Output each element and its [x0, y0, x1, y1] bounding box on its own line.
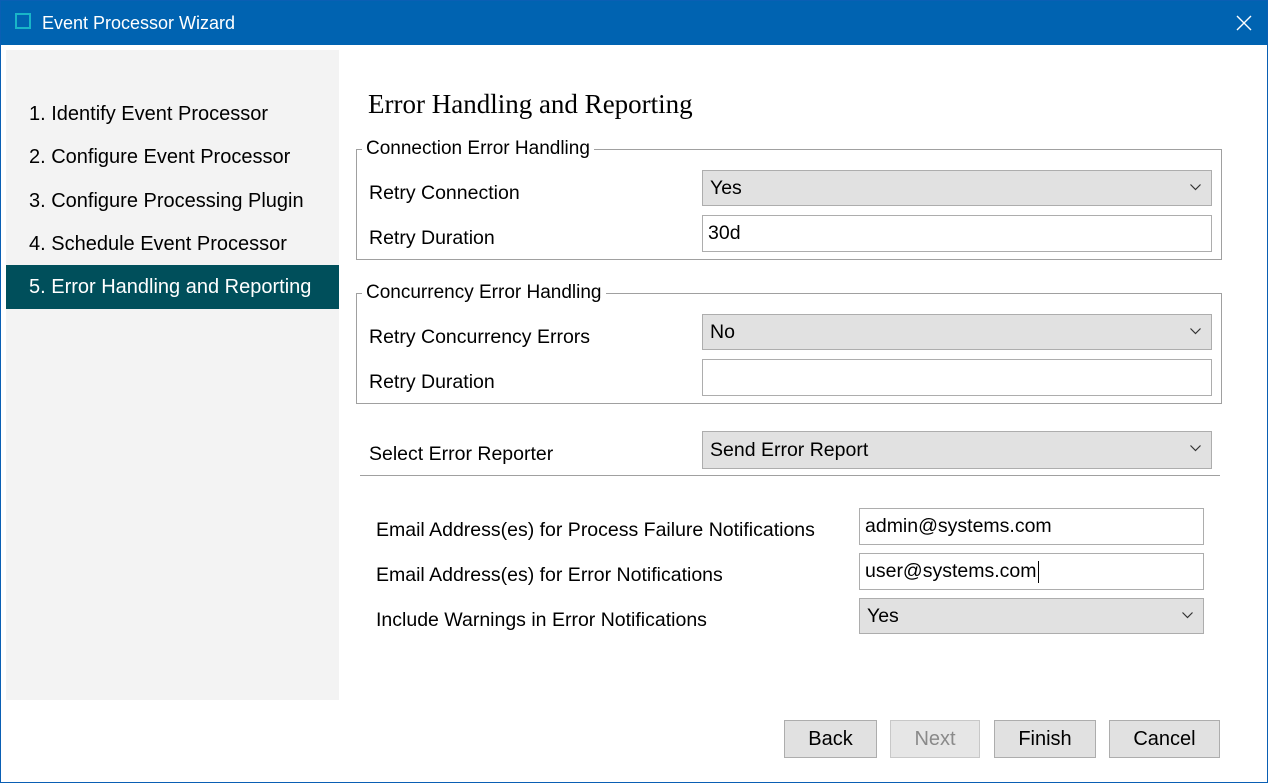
title-bar: Event Processor Wizard	[1, 1, 1267, 45]
retry-concurrency-label: Retry Concurrency Errors	[369, 326, 591, 348]
step-identify-event-processor[interactable]: 1. Identify Event Processor	[6, 93, 339, 135]
connection-retry-duration-input[interactable]: 30d	[702, 215, 1212, 252]
connection-retry-duration-label: Retry Duration	[369, 227, 495, 249]
error-reporter-label: Select Error Reporter	[369, 443, 554, 465]
connection-error-legend: Connection Error Handling	[362, 138, 594, 160]
error-email-value: user@systems.com	[865, 560, 1037, 582]
text-cursor	[1037, 560, 1039, 583]
chevron-down-icon	[1190, 184, 1201, 191]
section-divider	[360, 475, 1220, 476]
app-window-icon	[15, 13, 31, 29]
close-button[interactable]	[1221, 1, 1267, 45]
page-title: Error Handling and Reporting	[368, 89, 693, 119]
retry-concurrency-value: No	[710, 321, 735, 343]
include-warnings-select[interactable]: Yes	[859, 598, 1204, 634]
cancel-button[interactable]: Cancel	[1109, 720, 1220, 758]
retry-concurrency-select[interactable]: No	[702, 314, 1212, 350]
steps-sidebar: 1. Identify Event Processor 2. Configure…	[6, 50, 339, 700]
chevron-down-icon	[1190, 328, 1201, 335]
retry-connection-label: Retry Connection	[369, 182, 520, 204]
step-error-handling-and-reporting[interactable]: 5. Error Handling and Reporting	[6, 265, 339, 309]
window-title: Event Processor Wizard	[42, 13, 236, 33]
concurrency-retry-duration-label: Retry Duration	[369, 371, 495, 393]
error-email-label: Email Address(es) for Error Notification…	[376, 564, 723, 586]
close-icon	[1236, 15, 1252, 31]
step-schedule-event-processor[interactable]: 4. Schedule Event Processor	[6, 223, 339, 265]
include-warnings-value: Yes	[867, 605, 899, 627]
chevron-down-icon	[1182, 612, 1193, 619]
include-warnings-label: Include Warnings in Error Notifications	[376, 609, 707, 631]
chevron-down-icon	[1190, 445, 1201, 452]
step-configure-processing-plugin[interactable]: 3. Configure Processing Plugin	[6, 180, 339, 222]
wizard-window: Event Processor Wizard 1. Identify Event…	[0, 0, 1268, 783]
error-reporter-value: Send Error Report	[710, 439, 869, 461]
error-reporter-select[interactable]: Send Error Report	[702, 431, 1212, 469]
failure-email-input[interactable]: admin@systems.com	[859, 508, 1204, 545]
next-button[interactable]: Next	[890, 720, 980, 758]
concurrency-retry-duration-input[interactable]	[702, 359, 1212, 396]
wizard-content: 1. Identify Event Processor 2. Configure…	[1, 45, 1267, 782]
error-email-input[interactable]: user@systems.com	[859, 553, 1204, 590]
retry-connection-value: Yes	[710, 177, 742, 199]
step-configure-event-processor[interactable]: 2. Configure Event Processor	[6, 136, 339, 178]
failure-email-label: Email Address(es) for Process Failure No…	[376, 519, 815, 541]
finish-button[interactable]: Finish	[994, 720, 1096, 758]
back-button[interactable]: Back	[784, 720, 877, 758]
retry-connection-select[interactable]: Yes	[702, 170, 1212, 206]
concurrency-error-legend: Concurrency Error Handling	[362, 282, 606, 304]
